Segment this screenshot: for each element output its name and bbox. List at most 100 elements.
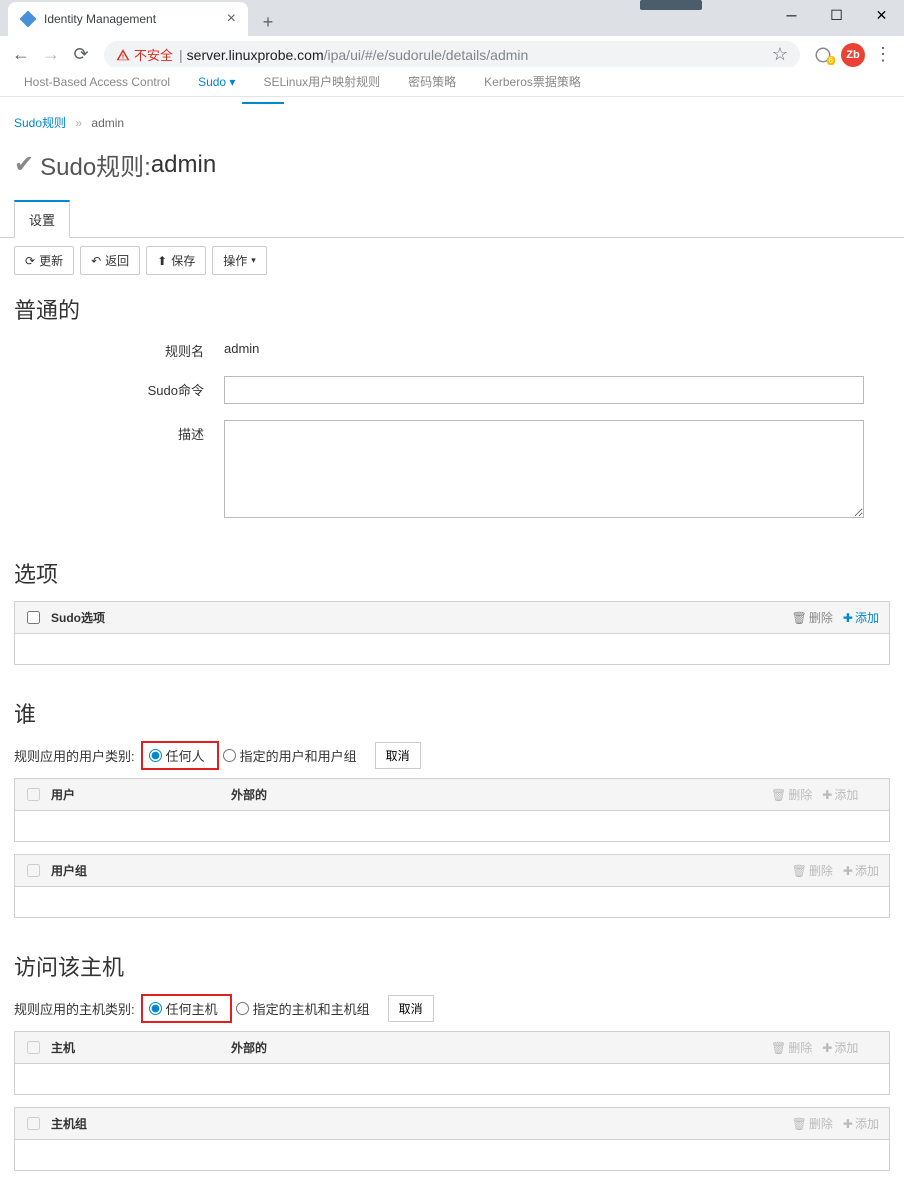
host-category-row: 规则应用的主机类别: 任何主机 指定的主机和主机组 取消 xyxy=(14,994,890,1023)
label-rule-name: 规则名 xyxy=(14,337,224,360)
section-hosts: 访问该主机 规则应用的主机类别: 任何主机 指定的主机和主机组 取消 主机 外部… xyxy=(0,940,904,1193)
nav-sudo[interactable]: Sudo ▾ xyxy=(198,75,235,89)
browser-menu-icon[interactable]: ⋮ xyxy=(868,44,898,65)
breadcrumb: Sudo规则 » admin xyxy=(0,104,904,141)
add-usergroups: ✚添加 xyxy=(843,862,879,879)
checkbox-all-options[interactable] xyxy=(27,611,40,624)
value-rule-name: admin xyxy=(224,337,890,356)
nav-selinux[interactable]: SELinux用户映射规则 xyxy=(263,73,380,90)
page-nav: Host-Based Access Control Sudo ▾ SELinux… xyxy=(0,67,904,97)
refresh-icon: ⟳ xyxy=(25,254,35,268)
radio-anyone[interactable] xyxy=(149,749,162,762)
col-external-hosts: 外部的 xyxy=(231,1039,771,1056)
textarea-description[interactable] xyxy=(224,420,864,518)
extension-2-icon[interactable]: Zb xyxy=(841,43,865,67)
reload-button[interactable]: ⟳ xyxy=(66,40,96,70)
checkbox-all-usergroups xyxy=(27,864,40,877)
warning-icon xyxy=(116,48,130,62)
highlight-anyone: 任何人 xyxy=(141,741,219,770)
radio-specified-users[interactable] xyxy=(223,749,236,762)
nav-password[interactable]: 密码策略 xyxy=(408,73,456,90)
bookmark-star-icon[interactable]: ☆ xyxy=(772,44,788,65)
breadcrumb-parent[interactable]: Sudo规则 xyxy=(14,116,66,130)
user-category-row: 规则应用的用户类别: 任何人 指定的用户和用户组 取消 xyxy=(14,741,890,770)
window-maximize[interactable] xyxy=(814,0,859,30)
trash-icon: 🗑 xyxy=(792,864,807,878)
url-divider: | xyxy=(179,47,183,63)
window-controls xyxy=(769,0,904,30)
radio-anyhost[interactable] xyxy=(149,1002,162,1015)
breadcrumb-current: admin xyxy=(91,116,124,130)
label-host-category: 规则应用的主机类别: xyxy=(14,999,135,1018)
table-hostgroups: 主机组 🗑删除 ✚添加 xyxy=(14,1107,890,1171)
table-options-body xyxy=(15,634,889,664)
nav-kerberos[interactable]: Kerberos票据策略 xyxy=(484,73,581,90)
breadcrumb-sep: » xyxy=(75,116,82,130)
tab-settings[interactable]: 设置 xyxy=(14,200,70,238)
actions-button[interactable]: 操作 ▾ xyxy=(212,246,267,275)
section-general-heading: 普通的 xyxy=(14,293,890,325)
delete-hosts: 🗑删除 xyxy=(771,1039,812,1056)
browser-chrome: Identity Management × + ← → ⟳ 不安全 | serv… xyxy=(0,0,904,74)
extension-badge: 6 xyxy=(827,56,835,65)
chevron-down-icon: ▾ xyxy=(251,255,256,266)
add-options[interactable]: ✚添加 xyxy=(843,609,879,626)
forward-button[interactable]: → xyxy=(36,40,66,70)
delete-users: 🗑删除 xyxy=(771,786,812,803)
action-bar: ⟳更新 ↶返回 ⬆保存 操作 ▾ xyxy=(0,238,904,283)
undo-icon: ↶ xyxy=(91,254,101,268)
checkbox-all-hostgroups xyxy=(27,1117,40,1130)
col-external-users: 外部的 xyxy=(231,786,771,803)
address-bar[interactable]: 不安全 | server.linuxprobe.com/ipa/ui/#/e/s… xyxy=(104,41,800,69)
plus-icon: ✚ xyxy=(843,1117,853,1131)
refresh-button[interactable]: ⟳更新 xyxy=(14,246,74,275)
save-button[interactable]: ⬆保存 xyxy=(146,246,206,275)
page-title: ✔ Sudo规则: admin xyxy=(0,141,904,200)
subtabs: 设置 xyxy=(0,200,904,238)
radio-specified-hosts[interactable] xyxy=(236,1002,249,1015)
cancel-hosts-button[interactable]: 取消 xyxy=(388,995,434,1022)
add-users: ✚添加 xyxy=(822,786,858,803)
window-close[interactable] xyxy=(859,0,904,30)
upload-icon: ⬆ xyxy=(157,254,167,268)
tab-close-icon[interactable]: × xyxy=(227,10,236,28)
trash-icon: 🗑 xyxy=(771,1041,786,1055)
plus-icon: ✚ xyxy=(843,864,853,878)
label-description: 描述 xyxy=(14,420,224,443)
section-general: 普通的 规则名 admin Sudo命令 描述 xyxy=(0,283,904,547)
tab-title: Identity Management xyxy=(44,12,227,26)
nav-hbac[interactable]: Host-Based Access Control xyxy=(24,75,170,89)
back-button-page[interactable]: ↶返回 xyxy=(80,246,140,275)
checkbox-all-users xyxy=(27,788,40,801)
table-options: Sudo选项 🗑删除 ✚添加 xyxy=(14,601,890,665)
rule-name: admin xyxy=(151,151,216,179)
add-hosts: ✚添加 xyxy=(822,1039,858,1056)
window-minimize[interactable] xyxy=(769,0,814,30)
label-user-category: 规则应用的用户类别: xyxy=(14,746,135,765)
plus-icon: ✚ xyxy=(822,788,832,802)
delete-hostgroups: 🗑删除 xyxy=(792,1115,833,1132)
label-sudo-order: Sudo命令 xyxy=(14,376,224,399)
plus-icon: ✚ xyxy=(822,1041,832,1055)
col-hostgroups: 主机组 xyxy=(51,1115,792,1132)
new-tab-button[interactable]: + xyxy=(254,8,282,36)
browser-tab[interactable]: Identity Management × xyxy=(8,2,248,36)
section-hosts-heading: 访问该主机 xyxy=(14,950,890,982)
extension-1-icon[interactable]: 6 xyxy=(811,43,835,67)
cancel-who-button[interactable]: 取消 xyxy=(375,742,421,769)
table-usergroups-body xyxy=(15,887,889,917)
col-usergroups: 用户组 xyxy=(51,862,792,879)
trash-icon: 🗑 xyxy=(771,788,786,802)
section-options-heading: 选项 xyxy=(14,557,890,589)
check-icon: ✔ xyxy=(14,150,34,179)
delete-options[interactable]: 🗑删除 xyxy=(792,609,833,626)
url-path: /ipa/ui/#/e/sudorule/details/admin xyxy=(324,47,529,63)
input-sudo-order[interactable] xyxy=(224,376,864,404)
security-warning[interactable]: 不安全 xyxy=(116,45,173,64)
back-button[interactable]: ← xyxy=(6,40,36,70)
trash-icon: 🗑 xyxy=(792,611,807,625)
section-options: 选项 Sudo选项 🗑删除 ✚添加 xyxy=(0,547,904,687)
section-who: 谁 规则应用的用户类别: 任何人 指定的用户和用户组 取消 用户 外部的 🗑删除… xyxy=(0,687,904,940)
table-user-groups: 用户组 🗑删除 ✚添加 xyxy=(14,854,890,918)
add-hostgroups: ✚添加 xyxy=(843,1115,879,1132)
